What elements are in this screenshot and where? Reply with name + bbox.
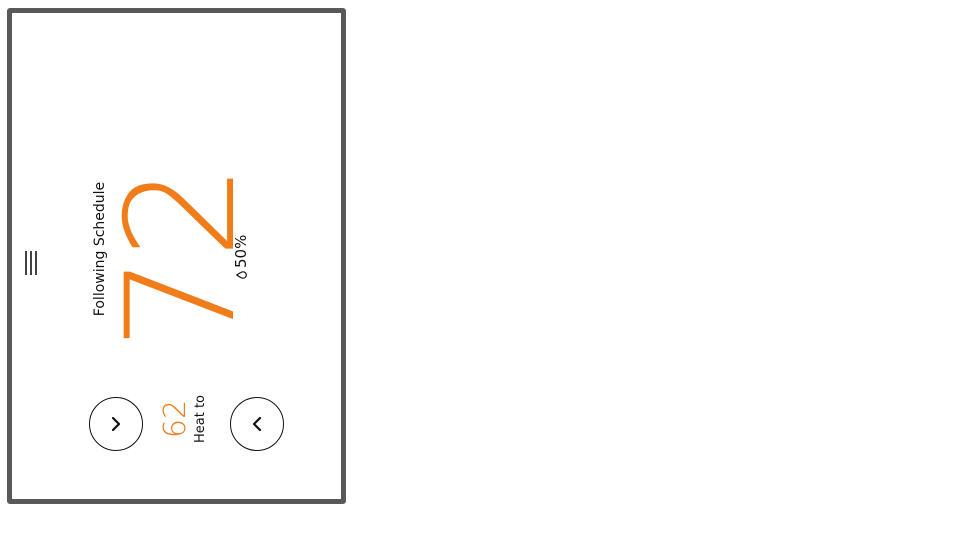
setpoint-label: Heat to <box>193 394 208 444</box>
current-temperature: 72 <box>95 167 269 351</box>
thermostat-screen: 50% 72 Following Schedule Heat to 62 <box>12 13 341 499</box>
thermostat-device: 50% 72 Following Schedule Heat to 62 <box>7 8 346 504</box>
chevron-down-icon <box>111 416 121 432</box>
chevron-up-icon <box>252 416 262 432</box>
decrease-temperature-button[interactable] <box>89 397 143 451</box>
setpoint-value: 62 <box>158 399 193 439</box>
increase-temperature-button[interactable] <box>230 397 284 451</box>
schedule-status[interactable]: Following Schedule <box>92 159 108 339</box>
menu-icon[interactable] <box>24 250 38 276</box>
